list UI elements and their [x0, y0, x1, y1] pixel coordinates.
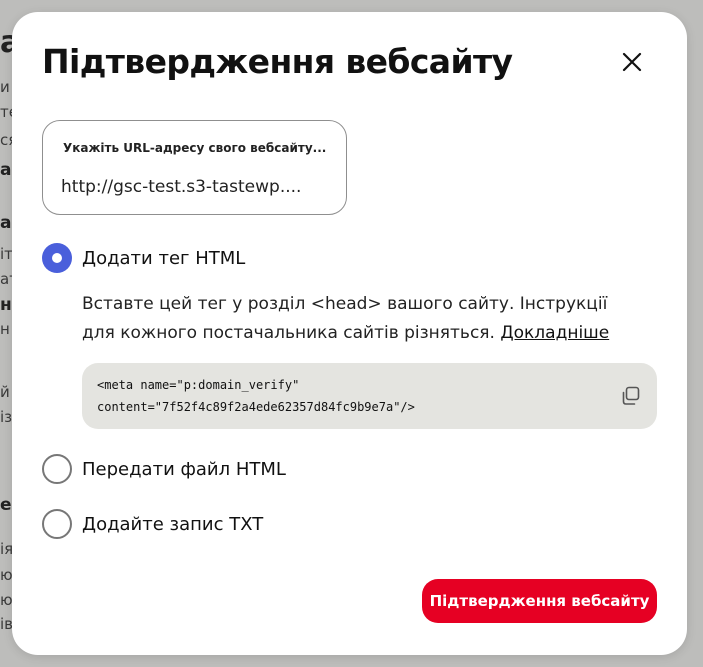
background-text: іт — [0, 245, 13, 263]
close-icon — [622, 52, 642, 72]
background-text: із — [0, 408, 13, 426]
copy-button[interactable] — [620, 385, 642, 407]
url-field-label: Укажіть URL-адресу свого вебсайту... — [63, 141, 327, 155]
radio-add-html-tag[interactable] — [42, 243, 72, 273]
instructions-text: Вставте цей тег у розділ <head> вашого с… — [82, 290, 642, 348]
dialog-title: Підтвердження вебсайту — [42, 42, 513, 81]
code-line-1: <meta name="p:domain_verify" — [97, 378, 300, 392]
url-input-value[interactable]: http://gsc-test.s3-tastewp.... — [61, 177, 336, 197]
background-text: ю — [0, 591, 13, 609]
radio-add-txt-record[interactable] — [42, 509, 72, 539]
verify-website-button[interactable]: Підтвердження вебсайту — [422, 579, 657, 623]
background-text: е — [0, 495, 12, 515]
option-label-upload-html-file[interactable]: Передати файл HTML — [82, 459, 286, 480]
copy-icon — [622, 386, 640, 405]
background-text: н — [0, 320, 10, 338]
background-text: и — [0, 78, 10, 96]
learn-more-link[interactable]: Докладніше — [500, 323, 609, 343]
meta-tag-snippet: <meta name="p:domain_verify" content="7f… — [82, 363, 657, 429]
background-text: й — [0, 383, 10, 401]
background-text: ю — [0, 566, 13, 584]
option-label-add-txt-record[interactable]: Додайте запис TXT — [82, 514, 263, 535]
website-url-field[interactable]: Укажіть URL-адресу свого вебсайту... htt… — [42, 120, 347, 215]
close-button[interactable] — [620, 50, 644, 74]
code-line-2: content="7f52f4c89f2a4ede62357d84fc9b9e7… — [97, 400, 415, 414]
option-label-add-html-tag[interactable]: Додати тег HTML — [82, 248, 245, 269]
radio-upload-html-file[interactable] — [42, 454, 72, 484]
verify-website-dialog: Підтвердження вебсайту Укажіть URL-адрес… — [12, 12, 687, 655]
